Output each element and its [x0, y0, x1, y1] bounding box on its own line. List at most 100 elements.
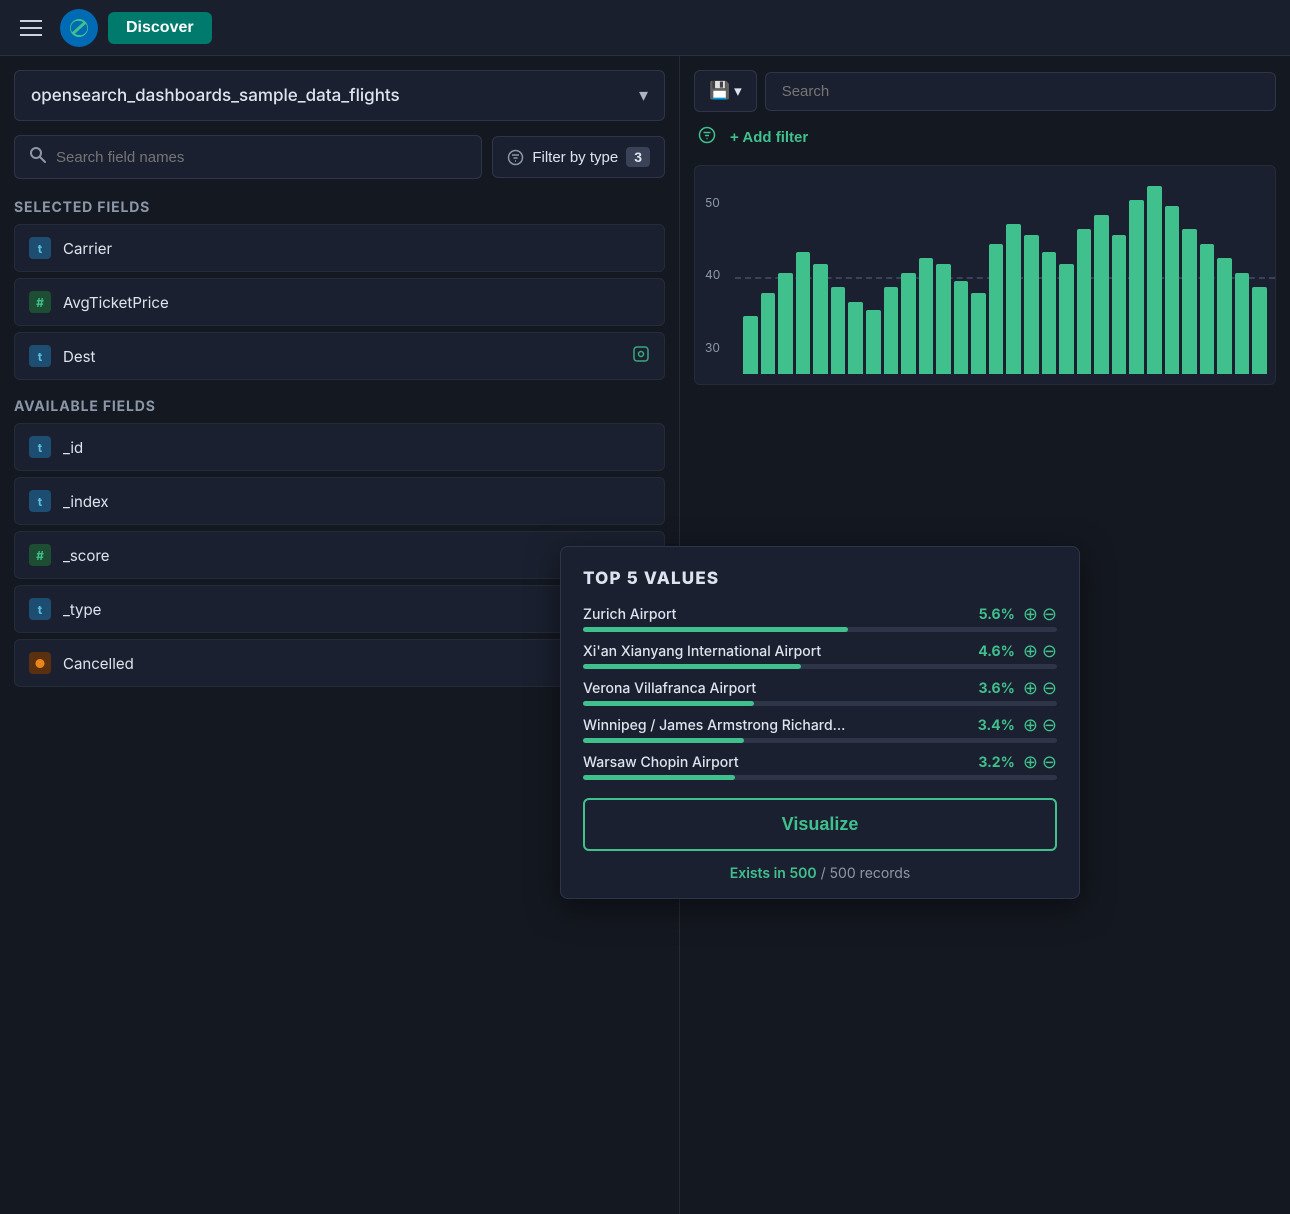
top5-bar-track [583, 775, 1057, 780]
app-logo [60, 9, 98, 47]
chart-bar [1200, 244, 1215, 374]
top5-plus-button[interactable]: ⊕ [1023, 716, 1038, 734]
main-layout: opensearch_dashboards_sample_data_flight… [0, 56, 1290, 1214]
available-fields-heading: Available fields [14, 398, 665, 415]
chart-bar [743, 316, 758, 374]
top5-bar-fill [583, 775, 735, 780]
chart-bar [1252, 287, 1267, 374]
chart-y-30: 30 [705, 340, 720, 355]
chart-bar [1129, 200, 1144, 374]
top5-minus-button[interactable]: ⊖ [1042, 605, 1057, 623]
top5-value-pct: 3.6% [978, 680, 1014, 697]
selected-field-row[interactable]: t Carrier [14, 224, 665, 272]
available-field-row[interactable]: t _index [14, 477, 665, 525]
field-badge: t [29, 598, 51, 620]
top5-plus-button[interactable]: ⊕ [1023, 605, 1038, 623]
top5-bar-fill [583, 627, 848, 632]
filter-icon-button[interactable] [694, 122, 720, 153]
chart-bar [919, 258, 934, 374]
chart-bar [1077, 229, 1092, 374]
top5-value-pct: 4.6% [978, 643, 1015, 660]
field-action-icon[interactable] [632, 345, 650, 368]
top5-popup: TOP 5 VALUES Zurich Airport 5.6% ⊕ ⊖ Xi'… [560, 546, 1080, 899]
filter-type-label: Filter by type [532, 149, 618, 166]
chart-bar [1182, 229, 1197, 374]
top5-value-label: Xi'an Xianyang International Airport [583, 643, 821, 660]
chart-bar [848, 302, 863, 374]
save-button[interactable]: 💾 ▾ [694, 70, 757, 112]
search-input[interactable] [765, 72, 1276, 111]
chart-bar [989, 244, 1004, 374]
chart-bar [831, 287, 846, 374]
hamburger-menu[interactable] [12, 12, 50, 44]
field-name: Dest [63, 347, 95, 366]
selected-fields-list: t Carrier # AvgTicketPrice t Dest [14, 224, 665, 380]
chart-bar [901, 273, 916, 374]
field-badge: # [29, 291, 51, 313]
field-badge: t [29, 237, 51, 259]
top5-value-label: Zurich Airport [583, 606, 676, 623]
chart-bar [813, 264, 828, 374]
chart-bar [1235, 273, 1250, 374]
chart-bar [1006, 224, 1021, 374]
index-selector[interactable]: opensearch_dashboards_sample_data_flight… [14, 70, 665, 121]
field-badge: t [29, 436, 51, 458]
search-bar-row: 💾 ▾ [680, 56, 1290, 112]
add-filter-button[interactable]: + Add filter [730, 129, 808, 146]
visualize-button[interactable]: Visualize [583, 798, 1057, 851]
popup-title: TOP 5 VALUES [583, 569, 1057, 589]
search-fields-input-wrapper[interactable] [14, 135, 482, 179]
field-name: _type [63, 600, 101, 619]
top5-plus-button[interactable]: ⊕ [1023, 753, 1038, 771]
chart-bar [936, 264, 951, 374]
chart-bars [735, 176, 1275, 374]
search-icon [29, 146, 46, 168]
save-chevron-icon: ▾ [734, 82, 742, 100]
field-name: Carrier [63, 239, 112, 258]
chart-bar [1217, 258, 1232, 374]
chart-y-50: 50 [705, 195, 720, 210]
selected-field-row[interactable]: t Dest [14, 332, 665, 380]
top5-plus-button[interactable]: ⊕ [1023, 642, 1038, 660]
chart-bar [1112, 235, 1127, 374]
chart-bar [1024, 235, 1039, 374]
chart-bar [1094, 215, 1109, 374]
top5-value-row: Warsaw Chopin Airport 3.2% ⊕ ⊖ [583, 753, 1057, 780]
discover-button[interactable]: Discover [108, 12, 212, 44]
chart-y-40: 40 [705, 267, 720, 282]
top5-value-row: Xi'an Xianyang International Airport 4.6… [583, 642, 1057, 669]
filter-by-type-button[interactable]: Filter by type 3 [492, 136, 665, 178]
top5-minus-button[interactable]: ⊖ [1042, 716, 1057, 734]
chart-y-labels: 50 40 30 [705, 166, 720, 384]
selected-field-row[interactable]: # AvgTicketPrice [14, 278, 665, 326]
top5-plus-button[interactable]: ⊕ [1023, 679, 1038, 697]
chart-bar [884, 287, 899, 374]
filter-type-badge: 3 [626, 147, 650, 167]
left-panel: opensearch_dashboards_sample_data_flight… [0, 56, 680, 1214]
chart-bar [778, 273, 793, 374]
chart-bar [971, 293, 986, 374]
chart-bar [796, 252, 811, 374]
field-badge: ● [29, 652, 51, 674]
chart-bar [1042, 252, 1057, 374]
available-field-row[interactable]: t _id [14, 423, 665, 471]
top5-value-row: Zurich Airport 5.6% ⊕ ⊖ [583, 605, 1057, 632]
search-field-names-input[interactable] [56, 149, 467, 166]
chart-bar [866, 310, 881, 374]
top5-minus-button[interactable]: ⊖ [1042, 753, 1057, 771]
top5-value-pct: 3.2% [978, 754, 1014, 771]
fields-toolbar: Filter by type 3 [14, 135, 665, 179]
chart-bar [1165, 206, 1180, 374]
index-name: opensearch_dashboards_sample_data_flight… [31, 86, 400, 106]
top5-minus-button[interactable]: ⊖ [1042, 679, 1057, 697]
top5-bar-track [583, 701, 1057, 706]
top5-value-row: Verona Villafranca Airport 3.6% ⊕ ⊖ [583, 679, 1057, 706]
top5-value-row: Winnipeg / James Armstrong Richard... 3.… [583, 716, 1057, 743]
top5-minus-button[interactable]: ⊖ [1042, 642, 1057, 660]
chart-bar [1059, 264, 1074, 374]
chart-area: 50 40 30 [694, 165, 1276, 385]
top5-bar-fill [583, 738, 744, 743]
chart-bar [761, 293, 776, 374]
top5-bar-track [583, 627, 1057, 632]
index-chevron-icon: ▾ [639, 85, 648, 106]
